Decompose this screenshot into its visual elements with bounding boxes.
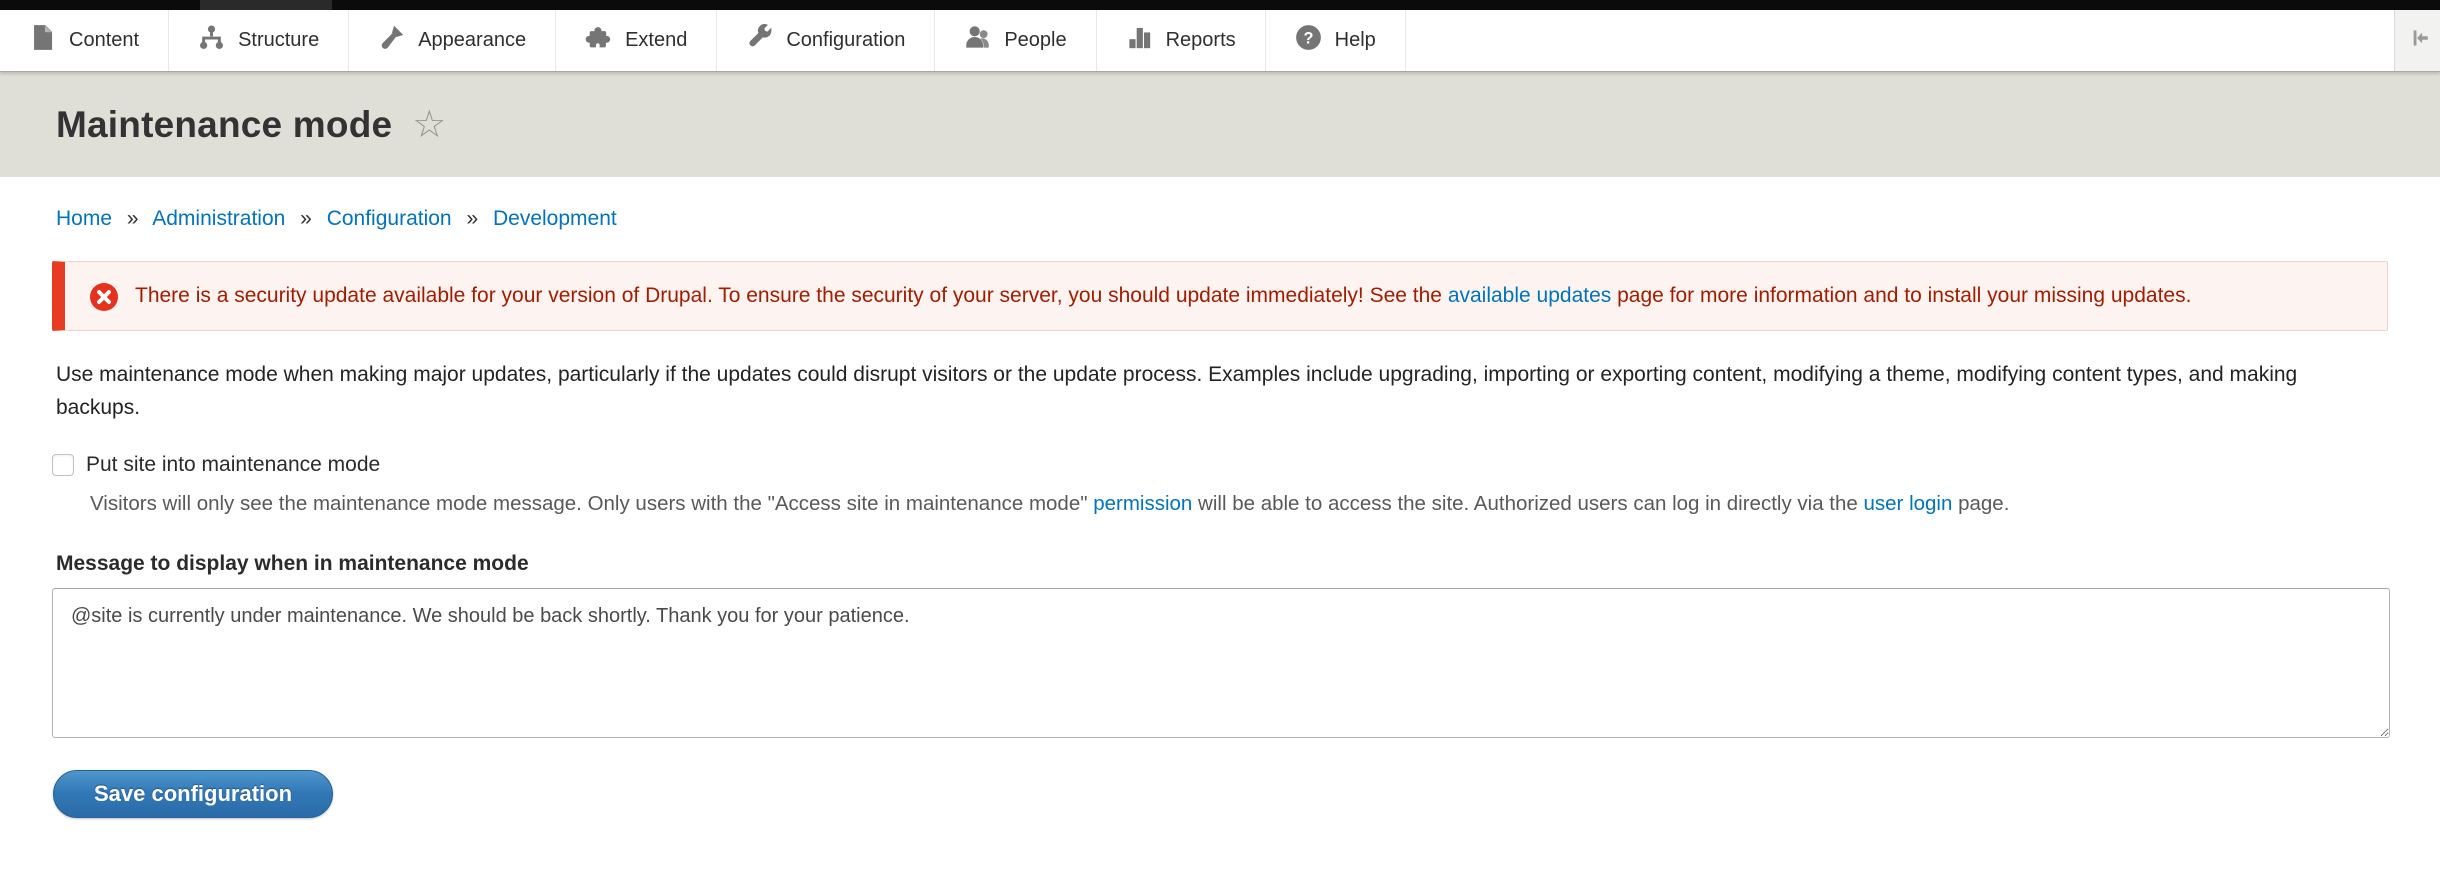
toolbar-item-structure[interactable]: Structure	[169, 10, 349, 71]
toolbar-item-configuration[interactable]: Configuration	[717, 10, 935, 71]
toolbar-item-appearance[interactable]: Appearance	[349, 10, 556, 71]
toolbar-item-label: Extend	[625, 29, 687, 52]
toolbar-item-content[interactable]: Content	[0, 10, 169, 71]
breadcrumb-link-configuration[interactable]: Configuration	[327, 207, 452, 230]
people-icon	[964, 24, 991, 57]
maintenance-mode-checkbox-label: Put site into maintenance mode	[86, 453, 380, 477]
user-login-link[interactable]: user login	[1864, 492, 1953, 515]
collapse-left-icon	[2405, 25, 2431, 56]
toolbar-item-label: Reports	[1166, 29, 1236, 52]
reports-icon	[1126, 24, 1153, 57]
toolbar-item-reports[interactable]: Reports	[1097, 10, 1266, 71]
active-tab-segment	[200, 0, 332, 10]
toolbar-item-label: People	[1004, 29, 1066, 52]
breadcrumb-link-administration[interactable]: Administration	[152, 207, 285, 230]
favorite-star-icon[interactable]: ☆	[412, 106, 446, 144]
help-icon: ?	[1295, 24, 1322, 57]
maintenance-mode-description: Visitors will only see the maintenance m…	[90, 489, 2384, 519]
toolbar-item-label: Content	[69, 29, 139, 52]
toolbar-item-help[interactable]: ? Help	[1266, 10, 1406, 71]
error-message: There is a security update available for…	[52, 261, 2388, 331]
toolbar-item-people[interactable]: People	[935, 10, 1096, 71]
structure-icon	[198, 24, 225, 57]
content-icon	[29, 24, 56, 57]
toolbar-item-label: Structure	[238, 29, 319, 52]
toolbar-item-label: Help	[1335, 29, 1376, 52]
maintenance-message-textarea[interactable]: @site is currently under maintenance. We…	[52, 588, 2390, 738]
breadcrumb-link-development[interactable]: Development	[493, 207, 617, 230]
appearance-icon	[378, 24, 405, 57]
configuration-icon	[746, 24, 773, 57]
breadcrumb-separator: »	[127, 207, 139, 230]
admin-top-strip	[0, 0, 2440, 10]
permission-link[interactable]: permission	[1093, 492, 1192, 515]
message-field-label: Message to display when in maintenance m…	[56, 552, 2384, 576]
maintenance-intro-text: Use maintenance mode when making major u…	[56, 358, 2384, 424]
breadcrumb-separator: »	[466, 207, 478, 230]
extend-icon	[585, 24, 612, 57]
toolbar-item-extend[interactable]: Extend	[556, 10, 717, 71]
toolbar-item-label: Appearance	[418, 29, 526, 52]
maintenance-mode-checkbox[interactable]	[52, 454, 74, 476]
page-title-bar: Maintenance mode ☆	[0, 72, 2440, 177]
save-configuration-button[interactable]: Save configuration	[53, 770, 333, 818]
admin-toolbar: Content Structure Appearance Extend Conf…	[0, 10, 2440, 72]
toolbar-orientation-toggle[interactable]	[2394, 10, 2440, 71]
page-title: Maintenance mode	[56, 104, 392, 146]
error-icon	[89, 282, 119, 312]
toolbar-item-label: Configuration	[786, 29, 905, 52]
available-updates-link[interactable]: available updates	[1448, 284, 1611, 307]
breadcrumb-separator: »	[300, 207, 312, 230]
maintenance-mode-checkbox-row: Put site into maintenance mode	[52, 453, 2388, 477]
breadcrumb: Home » Administration » Configuration » …	[0, 177, 2440, 231]
error-text: There is a security update available for…	[135, 279, 2191, 313]
breadcrumb-link-home[interactable]: Home	[56, 207, 112, 230]
svg-text:?: ?	[1303, 29, 1313, 47]
